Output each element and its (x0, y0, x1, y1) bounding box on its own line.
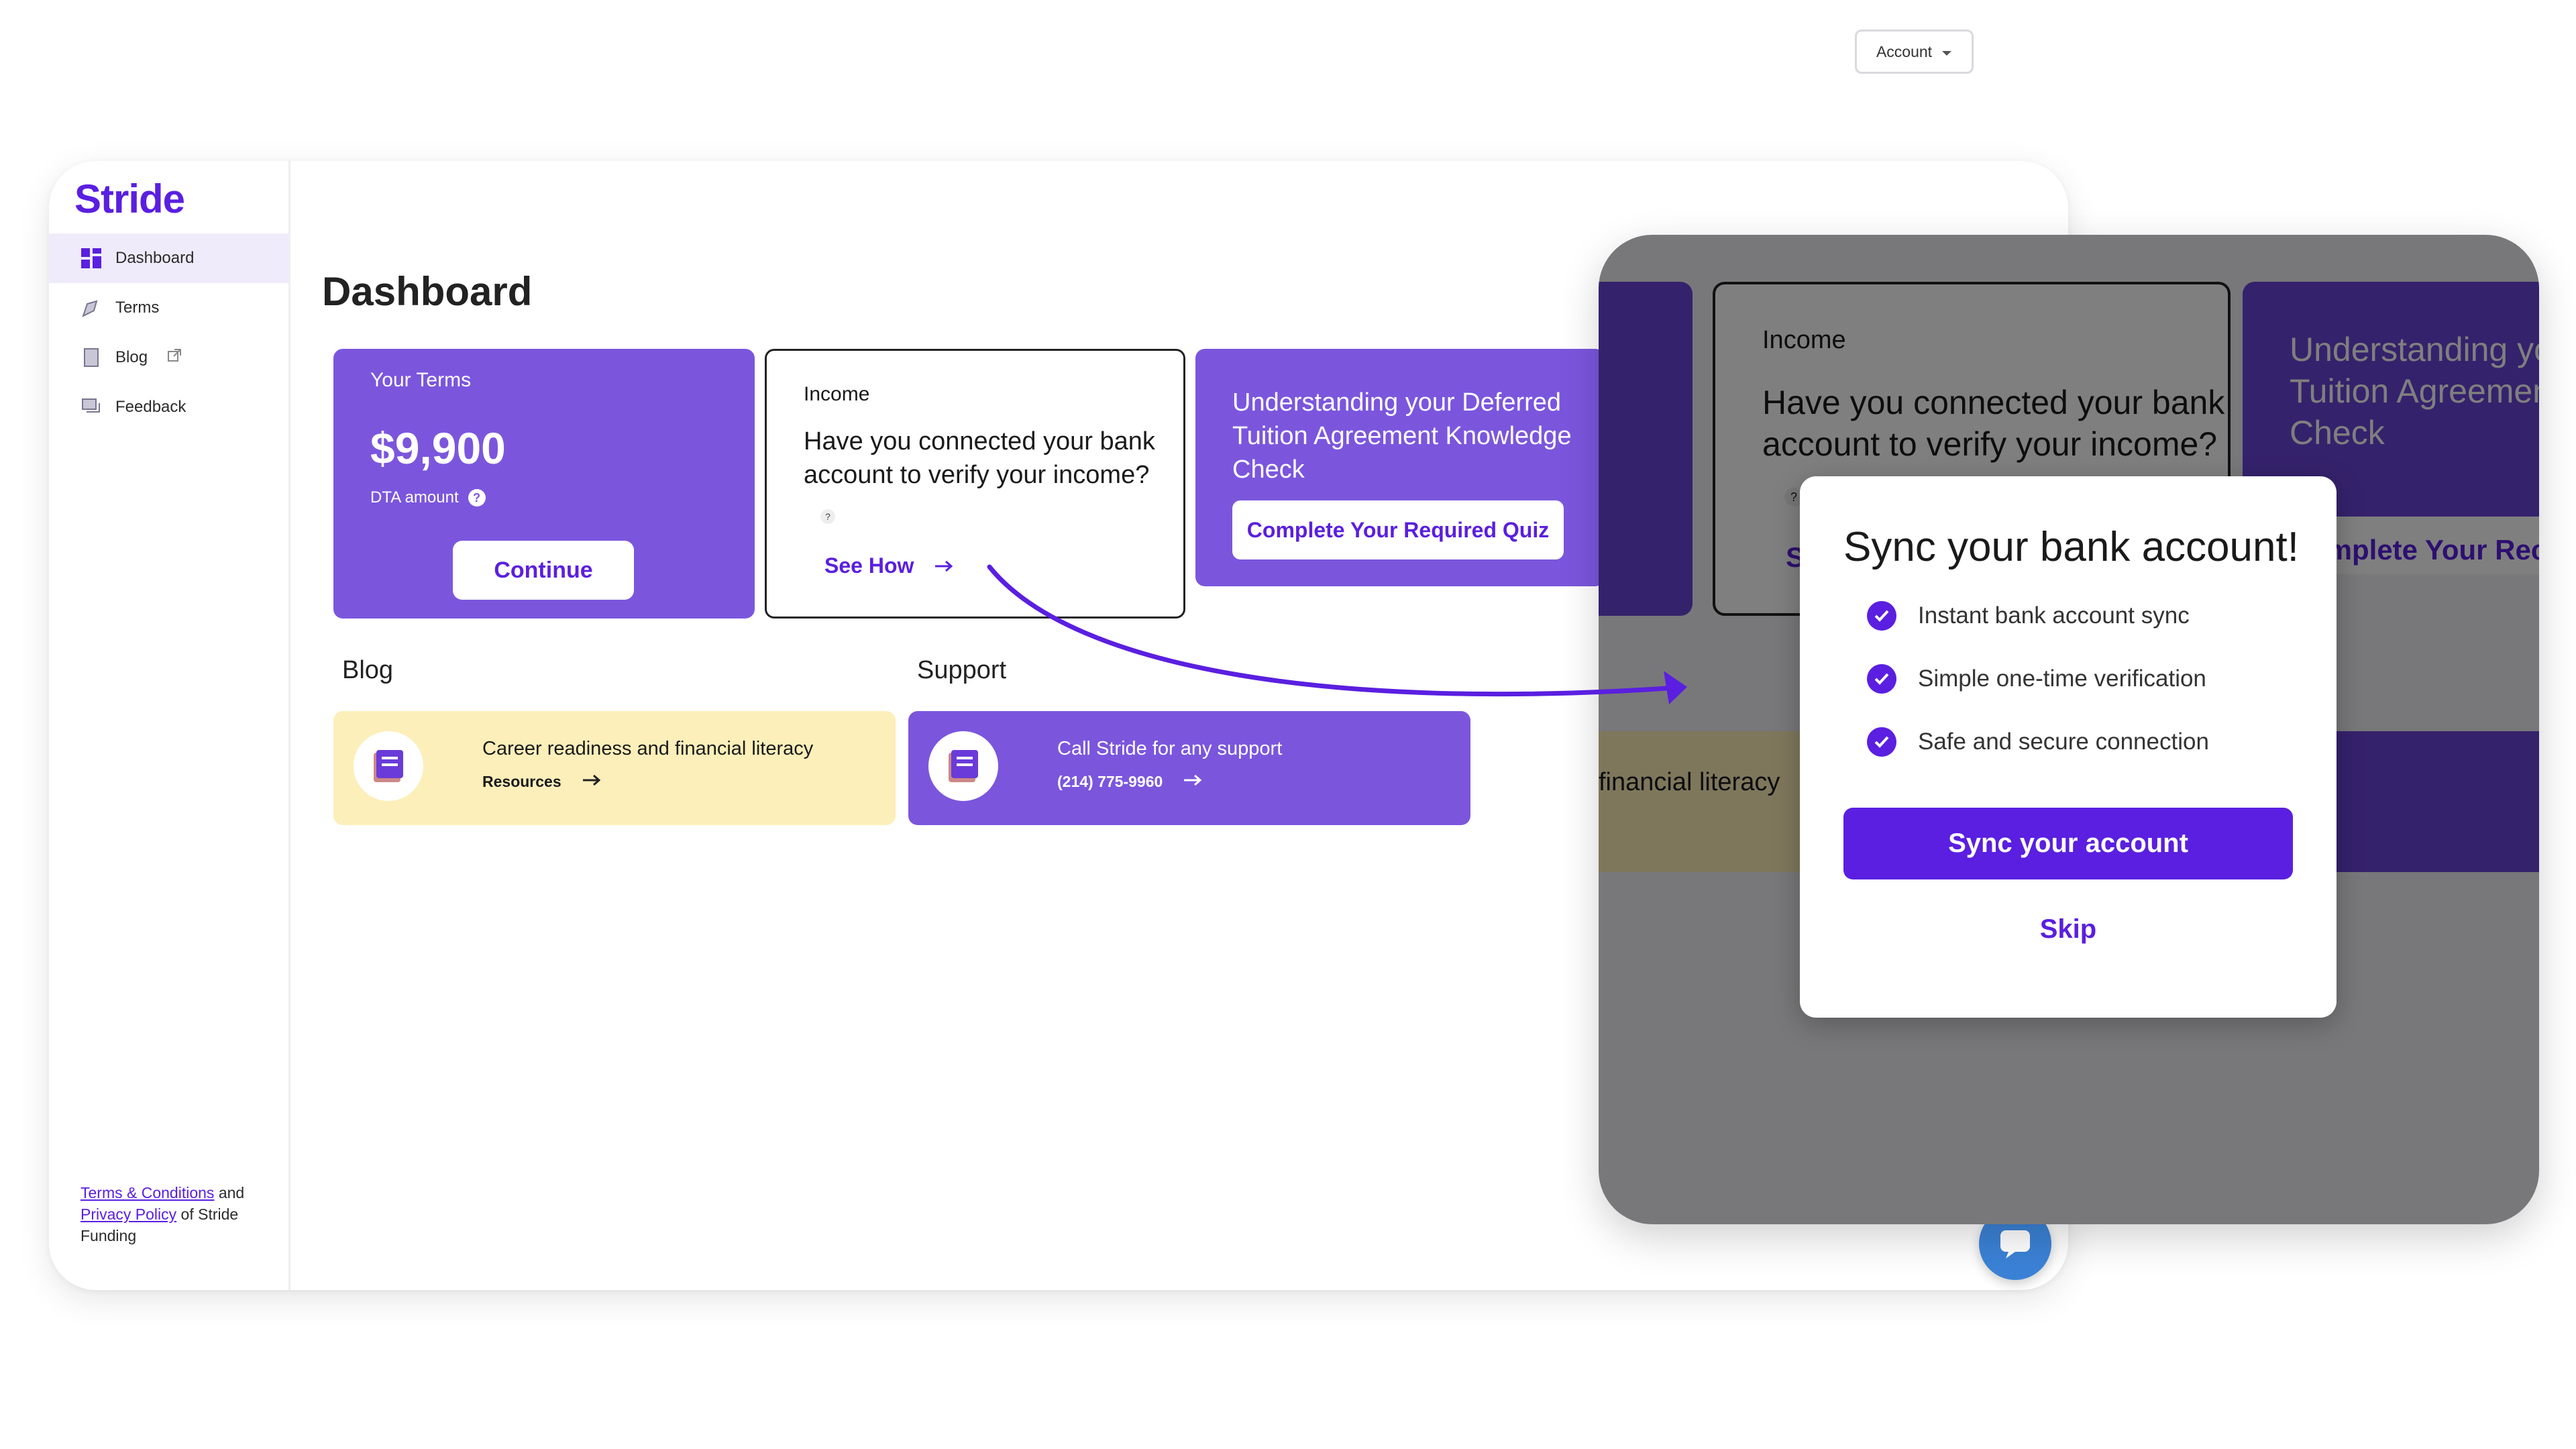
arrow-right-icon (582, 773, 602, 791)
resources-label: Resources (482, 773, 561, 790)
sidebar-item-feedback[interactable]: Feedback (49, 382, 288, 432)
complete-quiz-button[interactable]: Complete Your Required Quiz (1232, 500, 1564, 559)
sidebar-item-label: Terms (115, 299, 160, 317)
stage: Stride Dashboard Terms Blog Feedback Ter… (0, 0, 2576, 1449)
income-card: Income Have you connected your bank acco… (765, 349, 1185, 619)
blog-card[interactable]: Career readiness and financial literacy … (333, 711, 896, 825)
see-how-label: See How (824, 553, 914, 578)
quiz-card-title: Understanding your Deferred Tuition Agre… (1232, 388, 1572, 484)
feature-label: Safe and secure connection (1918, 729, 2209, 755)
skip-button[interactable]: Skip (1843, 906, 2293, 953)
book-icon (354, 731, 423, 801)
dta-amount-caption: DTA amount ? (370, 488, 486, 507)
sidebar: Stride Dashboard Terms Blog Feedback Ter… (49, 161, 290, 1290)
support-phone-link[interactable]: (214) 775-9960 (1057, 773, 1203, 791)
feature-label: Simple one-time verification (1918, 665, 2206, 692)
continue-button[interactable]: Continue (453, 541, 634, 600)
modal-title: Sync your bank account! (1843, 524, 2299, 570)
terms-amount: $9,900 (370, 423, 506, 473)
help-icon[interactable]: ? (468, 489, 486, 506)
sidebar-item-dashboard[interactable]: Dashboard (49, 233, 288, 283)
terms-icon (80, 297, 102, 319)
blog-heading: Blog (342, 656, 394, 684)
chevron-down-icon (1941, 43, 1952, 61)
sidebar-item-blog[interactable]: Blog (49, 333, 288, 382)
sidebar-item-label: Blog (115, 348, 148, 366)
check-icon (1867, 601, 1896, 631)
income-question: Have you connected your bank account to … (804, 427, 1155, 489)
feature-item: Instant bank account sync (1867, 601, 2190, 631)
support-card[interactable]: Call Stride for any support (214) 775-99… (908, 711, 1470, 825)
feature-label: Instant bank account sync (1918, 602, 2190, 629)
check-icon (1867, 727, 1896, 757)
sidebar-item-label: Feedback (115, 398, 186, 416)
support-card-title: Call Stride for any support (1057, 738, 1283, 759)
stride-logo[interactable]: Stride (74, 176, 185, 222)
terms-card: Your Terms $9,900 DTA amount ? Continue (333, 349, 755, 619)
dashboard-icon (80, 248, 102, 269)
support-heading: Support (917, 656, 1007, 684)
sidebar-footer: Terms & Conditions and Privacy Policy of… (80, 1182, 282, 1246)
terms-card-label: Your Terms (370, 369, 472, 391)
book-icon (928, 731, 998, 801)
privacy-policy-link[interactable]: Privacy Policy (80, 1205, 176, 1223)
feedback-icon (80, 396, 102, 418)
income-card-label: Income (804, 383, 870, 405)
external-link-icon (166, 347, 182, 368)
check-icon (1867, 664, 1896, 694)
account-dropdown[interactable]: Account (1855, 30, 1974, 74)
income-help-icon[interactable]: ? (820, 509, 835, 524)
feature-item: Simple one-time verification (1867, 664, 2206, 694)
dta-amount-label: DTA amount (370, 488, 459, 506)
arrow-right-icon (934, 553, 954, 578)
footer-and-text: and (218, 1184, 245, 1201)
blog-icon (80, 347, 102, 368)
sync-bank-modal: Sync your bank account! Instant bank acc… (1800, 476, 2337, 1018)
sidebar-nav: Dashboard Terms Blog Feedback (49, 233, 288, 432)
account-label: Account (1876, 42, 1933, 60)
feature-item: Safe and secure connection (1867, 727, 2209, 757)
sidebar-item-terms[interactable]: Terms (49, 283, 288, 333)
sidebar-item-label: Dashboard (115, 249, 195, 267)
page-title: Dashboard (322, 269, 533, 314)
terms-conditions-link[interactable]: Terms & Conditions (80, 1184, 214, 1201)
support-phone: (214) 775-9960 (1057, 773, 1163, 790)
resources-link[interactable]: Resources (482, 773, 602, 791)
arrow-right-icon (1183, 773, 1203, 791)
zoomed-modal-preview: Income Have you connected your bank acco… (1599, 235, 2539, 1224)
blog-card-title: Career readiness and financial literacy (482, 738, 814, 759)
quiz-card: Understanding your Deferred Tuition Agre… (1195, 349, 1605, 586)
sync-account-button[interactable]: Sync your account (1843, 808, 2293, 879)
see-how-link[interactable]: See How (824, 553, 954, 578)
